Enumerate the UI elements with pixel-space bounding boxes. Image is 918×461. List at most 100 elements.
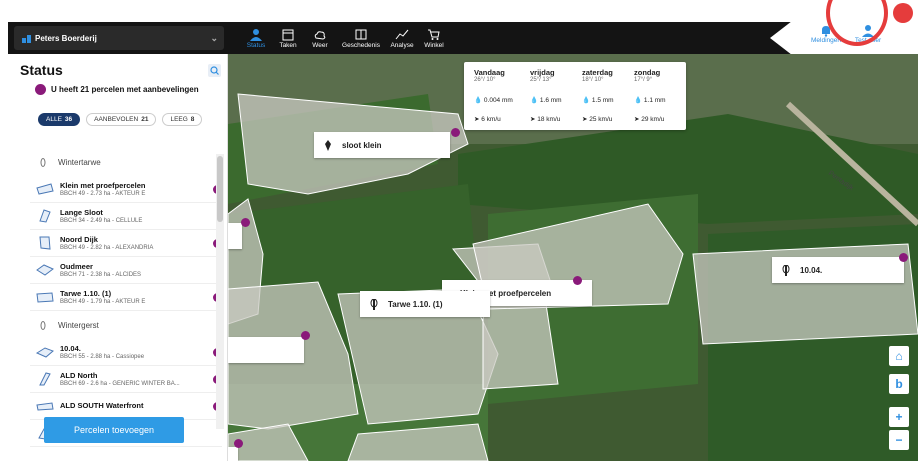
nav-label: Geschedenis: [342, 41, 380, 49]
top-bar: Peters Boerderij ⌄ Status Taken Weer Ges…: [8, 22, 918, 54]
list-item[interactable]: ALD North BBCH 69 - 2.6 ha - GENERIC WINT…: [30, 366, 222, 393]
cart-icon: [428, 29, 440, 40]
recommendation-marker[interactable]: [573, 276, 582, 285]
plus-icon: +: [895, 410, 903, 424]
weather-forecast-card[interactable]: Vandaag 26°/ 10° 💧 0.004 mm ➤ 6 km/u vri…: [464, 62, 686, 130]
field-name: Lange Sloot: [60, 208, 103, 217]
field-shape-icon: [39, 372, 51, 386]
weather-wind: 29 km/u: [641, 116, 665, 123]
list-item[interactable]: 10.04. BBCH 55 - 2.88 ha - Cassiopee: [30, 339, 222, 366]
weather-wind: 25 km/u: [589, 116, 613, 123]
weather-temp: 25°/ 13°: [530, 77, 552, 83]
barley-icon: [782, 264, 790, 276]
nav-label: Winkel: [424, 41, 444, 49]
farm-icon: [22, 34, 31, 43]
bing-icon: b: [895, 377, 903, 391]
minus-icon: −: [895, 433, 903, 447]
weather-day: Vandaag 26°/ 10° 💧 0.004 mm ➤ 6 km/u: [474, 68, 530, 123]
wheat-icon: [370, 298, 378, 310]
field-shape-icon: [36, 292, 54, 303]
locate-button[interactable]: ⌂: [889, 346, 909, 366]
field-detail: BBCH 71 - 2.38 ha - ALCIDES: [60, 272, 142, 278]
field-label-partial[interactable]: [228, 223, 242, 249]
nav-taken[interactable]: Taken: [274, 22, 302, 54]
barley-icon: [40, 320, 46, 330]
filter-count: 8: [190, 116, 195, 123]
weather-rain: 1.6 mm: [539, 97, 562, 104]
nav-winkel[interactable]: Winkel: [420, 22, 448, 54]
field-shape-icon: [36, 402, 54, 411]
add-fields-button[interactable]: Percelen toevoegen: [44, 417, 184, 443]
rain-icon: 💧: [530, 97, 539, 104]
field-label-partial[interactable]: [228, 447, 238, 461]
field-shape-icon: [39, 236, 51, 250]
list-item[interactable]: Oudmeer BBCH 71 - 2.38 ha - ALCIDES: [30, 257, 222, 284]
recommendation-marker[interactable]: [234, 439, 243, 448]
recommendation-marker[interactable]: [301, 331, 310, 340]
list-item[interactable]: Noord Dijk BBCH 49 - 2.82 ha - ALEXANDRIA: [30, 230, 222, 257]
field-label-sloot-klein[interactable]: sloot klein: [314, 132, 450, 158]
recommendation-marker[interactable]: [899, 253, 908, 262]
group-name: Wintertarwe: [58, 157, 101, 167]
field-label-tarwe[interactable]: Tarwe 1.10. (1): [360, 291, 490, 317]
field-name: Klein met proefpercelen: [60, 181, 146, 190]
weather-rain: 0.004 mm: [483, 97, 513, 104]
nav-label: Analyse: [390, 41, 414, 49]
field-detail: BBCH 49 - 2.82 ha - ALEXANDRIA: [60, 245, 154, 251]
search-button[interactable]: [208, 64, 221, 77]
filter-count: 21: [141, 116, 149, 123]
field-label-text: 10.04.: [800, 265, 823, 275]
weather-temp: 18°/ 10°: [582, 77, 604, 83]
field-detail: BBCH 49 - 2.73 ha - AKTEUR E: [60, 191, 146, 197]
recommendation-marker[interactable]: [241, 218, 250, 227]
field-shape-icon: [36, 183, 54, 195]
filter-recommended[interactable]: AANBEVOLEN 21: [86, 113, 157, 126]
list-item[interactable]: Tarwe 1.10. (1) BBCH 49 - 1.79 ha - AKTEU…: [30, 284, 222, 311]
calendar-icon: [282, 29, 294, 40]
app-screen: Pentadijk Vandaag 26°/ 10° 💧 0.004 mm ➤ …: [8, 22, 918, 461]
nav-geschedenis[interactable]: Geschedenis: [338, 22, 384, 54]
field-label-10-04[interactable]: 10.04.: [772, 257, 904, 283]
wind-icon: ➤: [474, 116, 480, 123]
chevron-down-icon: ⌄: [210, 33, 218, 43]
filter-all[interactable]: ALLE 36: [38, 113, 81, 126]
weather-day-name: Vandaag: [474, 68, 505, 77]
scrollbar-thumb[interactable]: [217, 156, 223, 222]
weather-day: zondag 17°/ 9° 💧 1.1 mm ➤ 29 km/u: [634, 68, 690, 123]
group-name: Wintergerst: [58, 320, 99, 330]
main-nav: Status Taken Weer Geschedenis Analyse Wi…: [242, 22, 448, 54]
field-name: ALD SOUTH Waterfront: [60, 401, 144, 410]
filter-count: 36: [64, 116, 73, 123]
nav-status[interactable]: Status: [242, 22, 270, 54]
field-name: ALD North: [60, 371, 98, 380]
farm-selector[interactable]: Peters Boerderij ⌄: [14, 26, 224, 50]
wind-icon: ➤: [582, 116, 588, 123]
group-header-wintergerst: Wintergerst: [30, 311, 222, 339]
nav-analyse[interactable]: Analyse: [388, 22, 416, 54]
nav-weer[interactable]: Weer: [306, 22, 334, 54]
weather-icon: [314, 30, 326, 40]
bing-layer-button[interactable]: b: [889, 374, 909, 394]
crop-icon: [325, 139, 331, 151]
nav-label: Weer: [312, 41, 328, 49]
filter-empty[interactable]: LEEG 8: [162, 113, 203, 126]
weather-day-name: zaterdag: [582, 68, 613, 77]
map-view[interactable]: Pentadijk Vandaag 26°/ 10° 💧 0.004 mm ➤ …: [228, 54, 918, 461]
search-icon: [210, 66, 219, 75]
zoom-in-button[interactable]: +: [889, 407, 909, 427]
recommendation-text: U heeft 21 percelen met aanbevelingen: [51, 85, 199, 94]
status-sidebar: Status U heeft 21 percelen met aanbeveli…: [8, 54, 228, 461]
weather-wind: 18 km/u: [537, 116, 561, 123]
weather-temp: 17°/ 9°: [634, 77, 653, 83]
field-label-partial[interactable]: [228, 337, 304, 363]
list-item[interactable]: Lange Sloot BBCH 34 - 2.49 ha - CELLULE: [30, 203, 222, 230]
recommendation-summary[interactable]: U heeft 21 percelen met aanbevelingen: [35, 84, 199, 95]
field-shape-icon: [39, 209, 51, 223]
field-shape-icon: [36, 347, 54, 358]
recommendation-marker[interactable]: [451, 128, 460, 137]
nav-label: Taken: [279, 41, 297, 49]
zoom-out-button[interactable]: −: [889, 430, 909, 450]
list-item[interactable]: ALD SOUTH Waterfront: [30, 393, 222, 420]
list-item[interactable]: Klein met proefpercelen BBCH 49 - 2.73 ha…: [30, 176, 222, 203]
wind-icon: ➤: [634, 116, 640, 123]
